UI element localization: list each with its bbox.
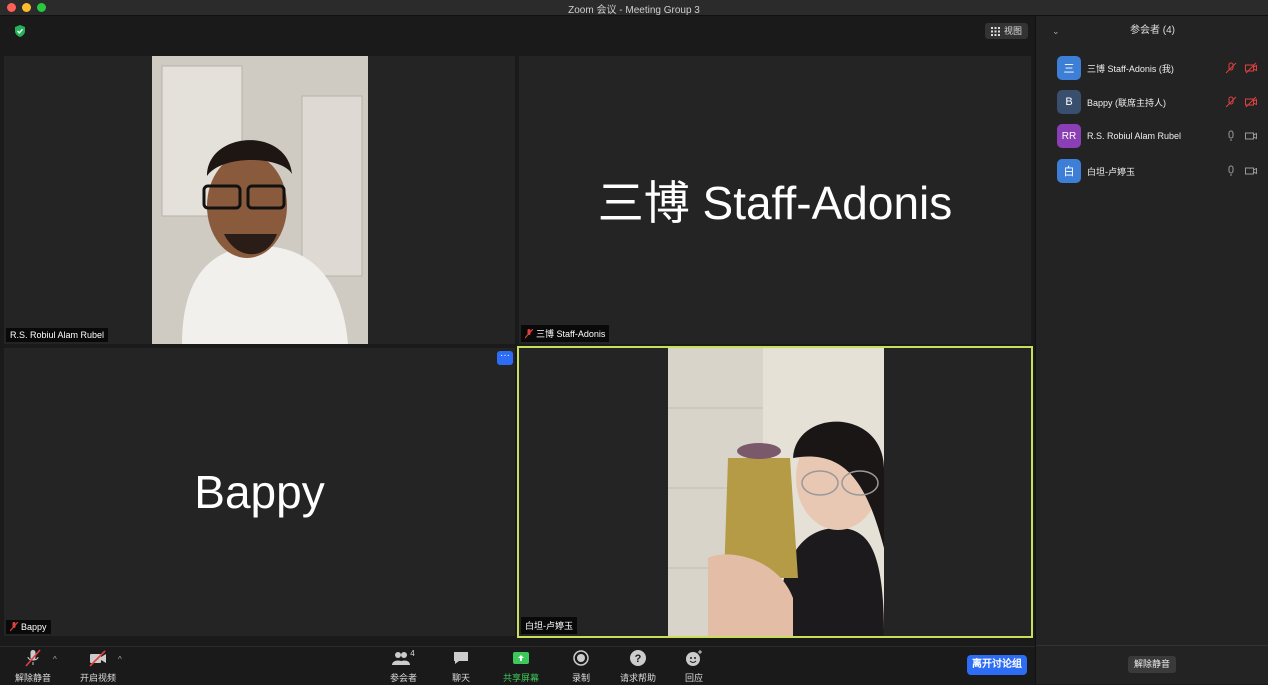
panel-header: ⌄ 参会者 (4) <box>1036 16 1268 46</box>
reaction-icon <box>686 650 702 666</box>
video-icon[interactable] <box>1245 165 1257 177</box>
share-screen-button[interactable]: 共享屏幕 <box>503 649 539 684</box>
leave-breakout-room-button[interactable]: 离开讨论组 <box>967 655 1027 675</box>
record-label: 录制 <box>572 673 591 683</box>
participant-video <box>668 348 884 636</box>
start-video-label: 开启视频 <box>80 673 117 683</box>
participants-icon <box>392 652 411 665</box>
share-screen-label: 共享屏幕 <box>503 673 540 683</box>
participant-row[interactable]: B Bappy (联席主持人) <box>1057 90 1257 114</box>
window-title: Zoom 会议 - Meeting Group 3 <box>568 5 700 16</box>
svg-text:?: ? <box>635 653 642 665</box>
participant-name: R.S. Robiul Alam Rubel <box>1087 131 1182 141</box>
mic-muted-icon[interactable] <box>1225 62 1237 74</box>
mic-icon[interactable] <box>1225 165 1237 177</box>
panel-title: 参会者 (4) <box>1130 25 1175 36</box>
unmute-all-button[interactable]: 解除静音 <box>1128 656 1177 673</box>
avatar: 白 <box>1057 159 1081 183</box>
name-tag: Bappy <box>6 620 51 634</box>
ask-for-help-button[interactable]: ? 请求帮助 <box>620 649 656 684</box>
reactions-button[interactable]: 回应 <box>685 649 703 684</box>
mic-muted-icon[interactable] <box>1225 96 1237 108</box>
chat-icon <box>454 652 468 664</box>
participant-name: Bappy <box>21 622 47 632</box>
video-tile-bappy[interactable]: ··· Bappy Bappy <box>4 348 515 636</box>
participant-name: Bappy (联席主持人) <box>1087 97 1167 108</box>
participants-panel: ⌄ 参会者 (4) 三 三博 Staff-Adonis (我) B Bappy … <box>1035 16 1268 684</box>
name-tag: 白坦-卢婷玉 <box>521 617 577 634</box>
name-tag: 三博 Staff-Adonis <box>521 325 610 342</box>
participant-name: 三博 Staff-Adonis (我) <box>1087 63 1174 74</box>
participant-name: 三博 Staff-Adonis <box>536 329 606 339</box>
participant-name: R.S. Robiul Alam Rubel <box>10 330 105 340</box>
collapse-chevron-icon[interactable]: ⌄ <box>1052 16 1060 46</box>
person-video-image <box>152 56 368 344</box>
participant-display-name: Bappy <box>194 466 325 518</box>
video-tile-robiul[interactable]: R.S. Robiul Alam Rubel <box>4 56 515 344</box>
participant-row[interactable]: RR R.S. Robiul Alam Rubel <box>1057 124 1257 148</box>
participant-name: 白坦-卢婷玉 <box>525 621 573 631</box>
reactions-label: 回应 <box>685 673 704 683</box>
video-tile-adonis[interactable]: 三博 Staff-Adonis 三博 Staff-Adonis <box>519 56 1031 344</box>
grid-icon <box>991 26 1000 36</box>
mic-icon[interactable] <box>1225 130 1237 142</box>
participant-display-name: 三博 Staff-Adonis <box>597 177 953 229</box>
mic-muted-icon <box>525 328 533 338</box>
avatar: RR <box>1057 124 1081 148</box>
chat-button[interactable]: 聊天 <box>452 649 470 684</box>
shield-icon[interactable] <box>14 25 26 37</box>
panel-footer: 解除静音 <box>1036 645 1268 684</box>
title-bar: Zoom 会议 - Meeting Group 3 <box>0 0 1268 16</box>
participants-count: 4 <box>410 649 415 658</box>
chat-label: 聊天 <box>452 673 471 683</box>
more-options-button[interactable]: ··· <box>497 351 513 365</box>
participant-row[interactable]: 三 三博 Staff-Adonis (我) <box>1057 56 1257 80</box>
participant-row[interactable]: 白 白坦-卢婷玉 <box>1057 159 1257 183</box>
name-tag: R.S. Robiul Alam Rubel <box>6 328 109 342</box>
share-screen-icon <box>513 652 529 664</box>
participants-button[interactable]: 4 参会者 <box>390 649 417 684</box>
video-off-icon[interactable] <box>1245 62 1257 74</box>
view-label: 视图 <box>1004 26 1023 36</box>
record-icon <box>573 650 589 666</box>
unmute-button[interactable]: 解除静音 <box>15 649 51 684</box>
avatar: 三 <box>1057 56 1081 80</box>
meeting-toolbar: 解除静音 ^ 开启视频 ^ 4 参会者 聊天 共享屏幕 录制 ? 请求帮助 回应… <box>0 646 1035 685</box>
participants-label: 参会者 <box>390 673 418 683</box>
mic-muted-icon <box>10 622 18 632</box>
participant-video <box>152 56 368 344</box>
mic-muted-icon <box>25 649 41 667</box>
participant-name: 白坦-卢婷玉 <box>1087 166 1135 177</box>
ask-for-help-label: 请求帮助 <box>620 673 657 683</box>
question-icon: ? <box>630 650 646 666</box>
avatar: B <box>1057 90 1081 114</box>
video-tile-active-speaker[interactable]: 白坦-卢婷玉 <box>517 346 1033 638</box>
record-button[interactable]: 录制 <box>572 649 590 684</box>
video-options-chevron-icon[interactable]: ^ <box>118 655 122 664</box>
video-off-icon[interactable] <box>1245 96 1257 108</box>
video-off-icon <box>89 650 106 667</box>
person-video-image <box>668 348 884 636</box>
audio-options-chevron-icon[interactable]: ^ <box>53 655 57 664</box>
unmute-label: 解除静音 <box>15 673 52 683</box>
view-button[interactable]: 视图 <box>985 23 1029 39</box>
video-icon[interactable] <box>1245 130 1257 142</box>
start-video-button[interactable]: 开启视频 <box>80 649 116 684</box>
meeting-area: 视图 R.S. Robiul Alam Rubel 三博 Staff-Adoni… <box>0 16 1035 646</box>
